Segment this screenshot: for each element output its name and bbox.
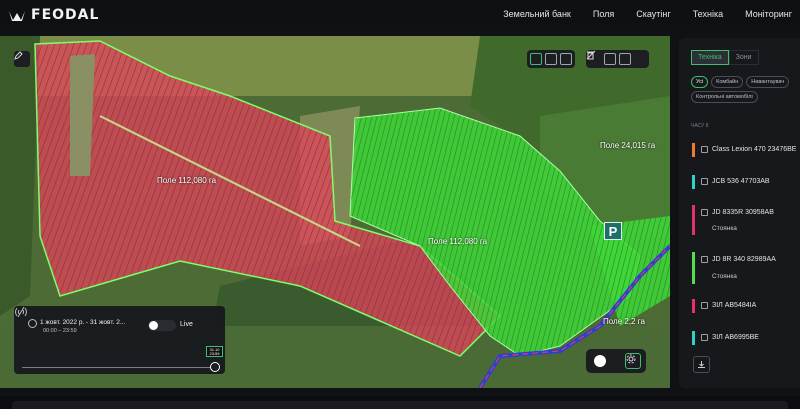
trash-icon[interactable] — [587, 51, 646, 65]
vehicle-checkbox[interactable] — [701, 178, 708, 185]
chip-all[interactable]: Усі — [691, 76, 709, 88]
logo[interactable]: FEODAL — [8, 7, 99, 23]
vehicle-name: ЗІЛ АВ5484ІА — [712, 302, 757, 309]
pencil-icon — [14, 51, 23, 60]
clock-icon — [28, 319, 37, 328]
vehicle-checkbox[interactable] — [701, 209, 708, 216]
vehicle-color-bar — [692, 175, 695, 189]
live-toggle[interactable] — [148, 320, 176, 331]
nav-item-machinery[interactable]: Техніка — [693, 9, 723, 19]
nav-item-monitoring[interactable]: Моніторинг — [745, 9, 792, 19]
parking-marker[interactable]: P — [604, 222, 622, 240]
vehicle-name: JD 8R 340 82989AA — [712, 256, 776, 263]
vehicle-name: ЗІЛ АВ6995ВЕ — [712, 334, 759, 341]
main-nav: Земельний банк Поля Скаутінг Техніка Мон… — [503, 9, 792, 19]
vehicle-color-bar — [692, 299, 695, 313]
map-toggle[interactable] — [594, 355, 606, 367]
settings-button[interactable] — [625, 353, 641, 369]
vehicle-checkbox[interactable] — [701, 256, 708, 263]
tab-zones[interactable]: Зони — [728, 50, 759, 65]
layer-satellite-icon[interactable] — [530, 53, 542, 65]
vehicle-name: Class Lexion 470 23476BE — [712, 146, 797, 153]
crown-logo-icon — [9, 11, 25, 21]
timeline-panel: 1 жовт. 2022 р. - 31 жовт. 2... 00:00 – … — [14, 306, 225, 374]
vehicle-checkbox[interactable] — [701, 302, 708, 309]
vehicle-name: JD 8335R 30958AB — [712, 209, 774, 216]
nav-item-land-bank[interactable]: Земельний банк — [503, 9, 571, 19]
timeline-track[interactable] — [22, 367, 220, 368]
live-label: Live — [180, 321, 193, 328]
chip-combine[interactable]: Комбайн — [711, 76, 744, 88]
download-icon — [698, 361, 705, 368]
timeline-marker: 31.10 23:59 — [206, 346, 223, 357]
polygon-select-icon[interactable] — [604, 53, 616, 65]
chip-control-vehicles[interactable]: Контрольні автомобілі — [691, 91, 758, 103]
field-label[interactable]: Поле 112,080 га — [428, 237, 487, 246]
vehicle-name: JCB 536 47703AB — [712, 178, 770, 185]
section-label: ЧАСУ 8 — [691, 123, 709, 129]
vehicle-status: Стоянка — [712, 225, 737, 232]
signal-icon — [15, 306, 27, 318]
top-header: FEODAL Земельний банк Поля Скаутінг Техн… — [0, 0, 800, 30]
layer-grid-icon[interactable] — [545, 53, 557, 65]
download-button[interactable] — [693, 356, 710, 373]
nav-item-fields[interactable]: Поля — [593, 9, 614, 19]
gear-icon — [626, 354, 636, 364]
machinery-panel: Техніка Зони Усі Комбайн Навантаувач Кон… — [679, 38, 800, 388]
logo-text: FEODAL — [31, 7, 100, 23]
field-label[interactable]: Поле 112,080 га — [157, 176, 216, 185]
panel-tabs: Техніка Зони — [691, 50, 759, 65]
vehicle-status: Стоянка — [712, 273, 737, 280]
map-view[interactable]: Поле 112,080 га Поле 112,080 га Поле 24,… — [0, 36, 670, 388]
vehicle-checkbox[interactable] — [701, 334, 708, 341]
vehicle-checkbox[interactable] — [701, 146, 708, 153]
vehicle-color-bar — [692, 331, 695, 345]
field-label[interactable]: Поле 2,2 га — [603, 317, 645, 326]
timeline-handle[interactable] — [210, 362, 220, 372]
vehicle-color-bar — [692, 205, 695, 235]
tab-machinery[interactable]: Техніка — [691, 50, 729, 65]
map-controls — [586, 349, 646, 373]
filter-chips: Усі Комбайн Навантаувач Контрольні автом… — [691, 76, 799, 103]
footer-bar — [12, 401, 788, 409]
field-label[interactable]: Поле 24,015 га — [600, 141, 655, 150]
date-range[interactable]: 1 жовт. 2022 р. - 31 жовт. 2... — [40, 319, 125, 326]
time-range: 00:00 – 23:59 — [43, 328, 77, 334]
chip-loader[interactable]: Навантаувач — [746, 76, 790, 88]
square-select-icon[interactable] — [619, 53, 631, 65]
layer-toolbar — [527, 50, 575, 68]
draw-button[interactable] — [14, 51, 30, 67]
toggle-knob — [149, 321, 158, 330]
nav-item-scouting[interactable]: Скаутінг — [636, 9, 670, 19]
vehicle-color-bar — [692, 143, 695, 157]
marker-time: 23:59 — [209, 350, 220, 356]
edit-toolbar — [586, 50, 649, 68]
layer-list-icon[interactable] — [560, 53, 572, 65]
vehicle-color-bar — [692, 252, 695, 284]
